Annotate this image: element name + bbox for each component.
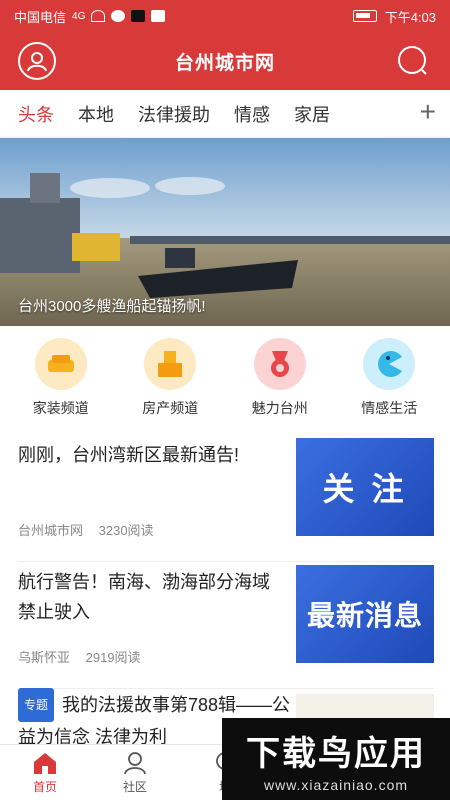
tab-local[interactable]: 本地 [78, 101, 114, 127]
tab-home-living[interactable]: 家居 [294, 101, 330, 127]
network-label: 4G [72, 10, 86, 22]
channel-home-decor[interactable]: 家装频道 [11, 330, 111, 422]
wifi-icon [91, 10, 106, 22]
sofa-icon [34, 338, 87, 390]
tabbar-community[interactable]: 社区 [90, 745, 180, 800]
status-bar: 中国电信 4G 下午4:03 [0, 0, 450, 32]
home-icon [34, 753, 56, 774]
tabbar-home[interactable]: 首页 [0, 745, 90, 800]
news-item[interactable]: 航行警告！南海、渤海部分海域禁止驶入 乌斯怀亚 2919阅读 最新消息 [18, 565, 434, 689]
channel-label: 情感生活 [361, 400, 418, 416]
news-title: 刚刚，台州湾新区最新通告! [18, 445, 239, 465]
clock: 下午4:03 [384, 9, 436, 25]
channel-label: 房产频道 [142, 400, 199, 416]
news-title: 航行警告！南海、渤海部分海域禁止驶入 [18, 572, 270, 622]
news-thumbnail: 关 注 [296, 438, 434, 536]
news-source: 乌斯怀亚 [18, 650, 71, 665]
news-reads: 2919阅读 [85, 650, 141, 665]
news-thumbnail: 最新消息 [296, 565, 434, 663]
watermark-brand: 下载鸟应用 [246, 734, 426, 773]
banner-carousel[interactable]: 台州3000多艘渔船起锚扬帆! [0, 138, 450, 326]
news-reads: 3230阅读 [98, 523, 154, 538]
community-icon [124, 752, 146, 775]
banner-caption: 台州3000多艘渔船起锚扬帆! [18, 298, 206, 315]
news-meta: 乌斯怀亚 2919阅读 [18, 647, 153, 666]
news-meta: 台州城市网 3230阅读 [18, 520, 166, 539]
topic-badge: 专题 [18, 688, 55, 722]
message-icon [111, 10, 126, 22]
battery-icon [352, 10, 377, 22]
news-source: 台州城市网 [18, 523, 84, 538]
carrier-label: 中国电信 [14, 9, 67, 25]
channel-label: 魅力台州 [251, 400, 308, 416]
watermark-logo: 下载鸟应用 www.xiazainiao.com [222, 718, 450, 800]
category-tabs: 头条 本地 法律援助 情感 家居 + [0, 90, 450, 138]
tabbar-label: 首页 [32, 780, 57, 794]
add-tab-button[interactable]: + [420, 98, 436, 126]
medal-icon [253, 338, 306, 390]
channel-grid: 家装频道 房产频道 魅力台州 情感生活 [0, 330, 450, 422]
channel-charm-taizhou[interactable]: 魅力台州 [230, 330, 330, 422]
tab-legal-aid[interactable]: 法律援助 [138, 101, 210, 127]
app-header: 台州城市网 [0, 32, 450, 90]
building-icon [144, 338, 197, 390]
channel-label: 家装频道 [32, 400, 89, 416]
pacman-icon [363, 338, 416, 390]
notification-icon [151, 10, 166, 22]
tab-headlines[interactable]: 头条 [18, 101, 54, 127]
channel-real-estate[interactable]: 房产频道 [120, 330, 220, 422]
app-title: 台州城市网 [174, 52, 275, 74]
news-item[interactable]: 刚刚，台州湾新区最新通告! 台州城市网 3230阅读 关 注 [18, 438, 434, 562]
watermark-url: www.xiazainiao.com [263, 776, 409, 793]
tiktok-icon [131, 10, 146, 22]
tabbar-label: 社区 [122, 780, 147, 794]
tab-emotion[interactable]: 情感 [234, 101, 270, 127]
channel-emotional-life[interactable]: 情感生活 [339, 330, 439, 422]
user-icon[interactable] [18, 42, 56, 80]
search-icon[interactable] [394, 42, 432, 80]
